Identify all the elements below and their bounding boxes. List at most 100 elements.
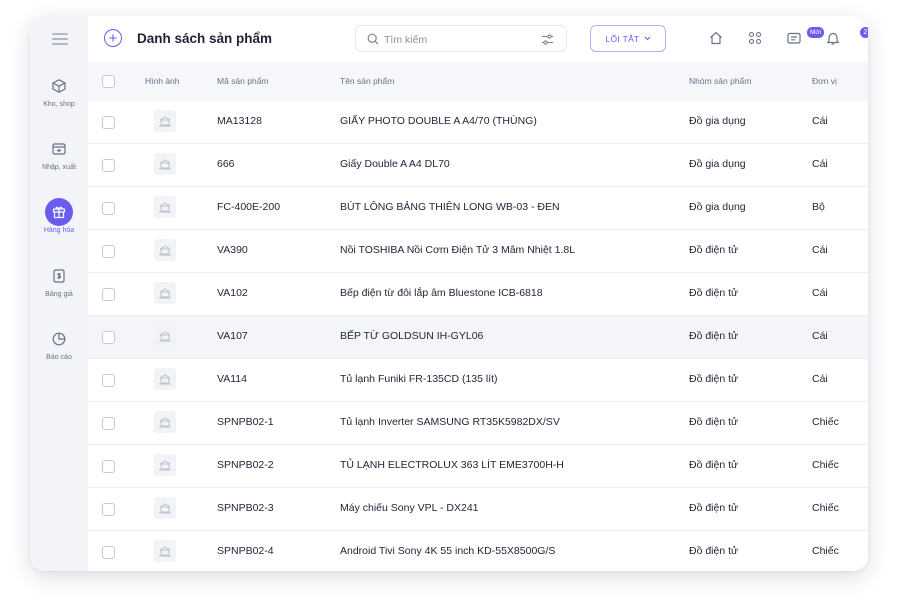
table-row[interactable]: VA390 Nồi TOSHIBA Nồi Cơm Điện Tử 3 Mâm N… <box>88 230 868 273</box>
table-row[interactable]: MA13128 GIẤY PHOTO DOUBLE A A4/70 (THÙNG)… <box>88 101 868 144</box>
page-title: Danh sách sản phẩm <box>137 31 273 46</box>
product-image-placeholder <box>154 411 176 433</box>
cell-product-name: Bếp điện từ đôi lắp âm Bluestone ICB-681… <box>340 287 543 299</box>
menu-icon[interactable] <box>52 33 68 45</box>
cell-unit: Chiếc <box>812 416 839 428</box>
sidebar-item-import-export[interactable]: Nhập, xuất <box>30 135 88 171</box>
table-row[interactable]: SPNPB02-1 Tủ lạnh Inverter SAMSUNG RT35K5… <box>88 402 868 445</box>
table-header: Hình ảnh Mã sản phẩm Tên sản phẩm Nhóm s… <box>88 62 868 101</box>
column-header-image: Hình ảnh <box>145 76 180 86</box>
cell-product-name: GIẤY PHOTO DOUBLE A A4/70 (THÙNG) <box>340 115 537 127</box>
sidebar-item-label: Nhập, xuất <box>42 164 76 171</box>
row-checkbox[interactable] <box>102 374 115 387</box>
table-row[interactable]: VA107 BẾP TỪ GOLDSUN IH-GYL06 Đồ điện tử Cá… <box>88 316 868 359</box>
cell-product-group: Đồ điện tử <box>689 459 739 471</box>
search-input[interactable] <box>382 31 536 48</box>
table-row[interactable]: SPNPB02-2 TỦ LẠNH ELECTROLUX 363 LÍT EME3… <box>88 445 868 488</box>
cell-unit: Cái <box>812 115 828 127</box>
image-placeholder-icon <box>159 460 171 471</box>
table-row[interactable]: FC-400E-200 BÚT LÔNG BẢNG THIÊN LONG WB-0… <box>88 187 868 230</box>
brand-logo-icon[interactable] <box>867 27 868 47</box>
row-checkbox[interactable] <box>102 288 115 301</box>
cell-product-name: Nồi TOSHIBA Nồi Cơm Điện Tử 3 Mâm Nhiệt … <box>340 244 576 256</box>
column-header-name[interactable]: Tên sản phẩm <box>340 76 394 86</box>
product-image-placeholder <box>154 110 176 132</box>
row-checkbox[interactable] <box>102 417 115 430</box>
image-placeholder-icon <box>159 245 171 256</box>
image-placeholder-icon <box>159 374 171 385</box>
row-checkbox[interactable] <box>102 245 115 258</box>
goods-box-icon <box>45 198 73 226</box>
search-box[interactable] <box>355 25 567 52</box>
cell-product-group: Đồ gia dụng <box>689 158 746 170</box>
column-header-unit[interactable]: Đơn vị <box>812 76 837 86</box>
image-placeholder-icon <box>159 546 171 557</box>
cell-product-group: Đồ điện tử <box>689 287 739 299</box>
row-checkbox[interactable] <box>102 202 115 215</box>
image-placeholder-icon <box>159 202 171 213</box>
row-checkbox[interactable] <box>102 460 115 473</box>
cell-product-name: Tủ lạnh Funiki FR-135CD (135 lít) <box>340 373 498 385</box>
cell-product-code: FC-400E-200 <box>217 201 281 213</box>
cell-product-group: Đồ gia dụng <box>689 201 746 213</box>
cell-product-name: Android Tivi Sony 4K 55 inch KD-55X8500G… <box>340 545 556 557</box>
home-icon[interactable] <box>708 30 724 46</box>
new-badge: Mới <box>806 26 826 39</box>
cell-product-name: Giấy Double A A4 DL70 <box>340 158 450 170</box>
product-image-placeholder <box>154 282 176 304</box>
table-row[interactable]: 666 Giấy Double A A4 DL70 Đồ gia dụng Cái <box>88 144 868 187</box>
plus-icon: + <box>108 29 118 47</box>
row-checkbox[interactable] <box>102 331 115 344</box>
row-checkbox[interactable] <box>102 503 115 516</box>
add-product-button[interactable]: + <box>104 29 122 47</box>
sidebar-item-price-list[interactable]: Bảng giá <box>30 262 88 298</box>
image-placeholder-icon <box>159 331 171 342</box>
product-image-placeholder <box>154 153 176 175</box>
bell-icon[interactable] <box>825 30 841 46</box>
cell-product-code: 666 <box>217 158 235 170</box>
product-image-placeholder <box>154 454 176 476</box>
row-checkbox[interactable] <box>102 116 115 129</box>
news-icon[interactable] <box>786 30 802 46</box>
cube-icon <box>45 72 73 100</box>
product-image-placeholder <box>154 368 176 390</box>
shortcut-dropdown[interactable]: LỐI TẮT <box>590 25 666 52</box>
table-row[interactable]: SPNPB02-3 Máy chiếu Sony VPL - DX241 Đồ đi… <box>88 488 868 531</box>
cell-unit: Bộ <box>812 201 825 213</box>
apps-grid-icon[interactable] <box>747 30 763 46</box>
cell-product-code: VA102 <box>217 287 248 299</box>
sidebar-item-goods[interactable]: Hàng hóa <box>30 198 88 234</box>
search-icon <box>367 33 379 45</box>
sidebar-item-label: Hàng hóa <box>43 227 75 234</box>
image-placeholder-icon <box>159 503 171 514</box>
column-header-code[interactable]: Mã sản phẩm <box>217 76 269 86</box>
cell-product-code: SPNPB02-3 <box>217 502 274 514</box>
product-image-placeholder <box>154 239 176 261</box>
cell-unit: Cái <box>812 373 828 385</box>
cell-product-code: VA107 <box>217 330 248 342</box>
sidebar-item-reports[interactable]: Báo cáo <box>30 325 88 361</box>
cell-product-code: MA13128 <box>217 115 262 127</box>
table-row[interactable]: VA114 Tủ lạnh Funiki FR-135CD (135 lít) Đồ… <box>88 359 868 402</box>
product-image-placeholder <box>154 540 176 562</box>
row-checkbox[interactable] <box>102 546 115 559</box>
cell-unit: Cái <box>812 287 828 299</box>
row-checkbox[interactable] <box>102 159 115 172</box>
image-placeholder-icon <box>159 116 171 127</box>
header: + Danh sách sản phẩm LỐI TẮT Mới 2 <box>88 16 868 62</box>
cell-product-group: Đồ điện tử <box>689 502 739 514</box>
select-all-checkbox[interactable] <box>102 75 115 88</box>
table-row[interactable]: VA102 Bếp điện từ đôi lắp âm Bluestone IC… <box>88 273 868 316</box>
cell-product-group: Đồ điện tử <box>689 244 739 256</box>
sidebar-item-warehouse[interactable]: Kho, shop <box>30 72 88 108</box>
cell-product-group: Đồ điện tử <box>689 416 739 428</box>
cell-product-name: TỦ LẠNH ELECTROLUX 363 LÍT EME3700H-H <box>340 459 564 471</box>
cell-product-group: Đồ điện tử <box>689 330 739 342</box>
cell-unit: Chiếc <box>812 545 839 557</box>
filter-settings-icon[interactable] <box>541 33 554 46</box>
table-row[interactable]: SPNPB02-4 Android Tivi Sony 4K 55 inch KD… <box>88 531 868 571</box>
column-header-group[interactable]: Nhóm sản phẩm <box>689 76 751 86</box>
report-chart-icon <box>45 325 73 353</box>
cell-product-code: SPNPB02-1 <box>217 416 274 428</box>
product-table: Hình ảnh Mã sản phẩm Tên sản phẩm Nhóm s… <box>88 62 868 571</box>
